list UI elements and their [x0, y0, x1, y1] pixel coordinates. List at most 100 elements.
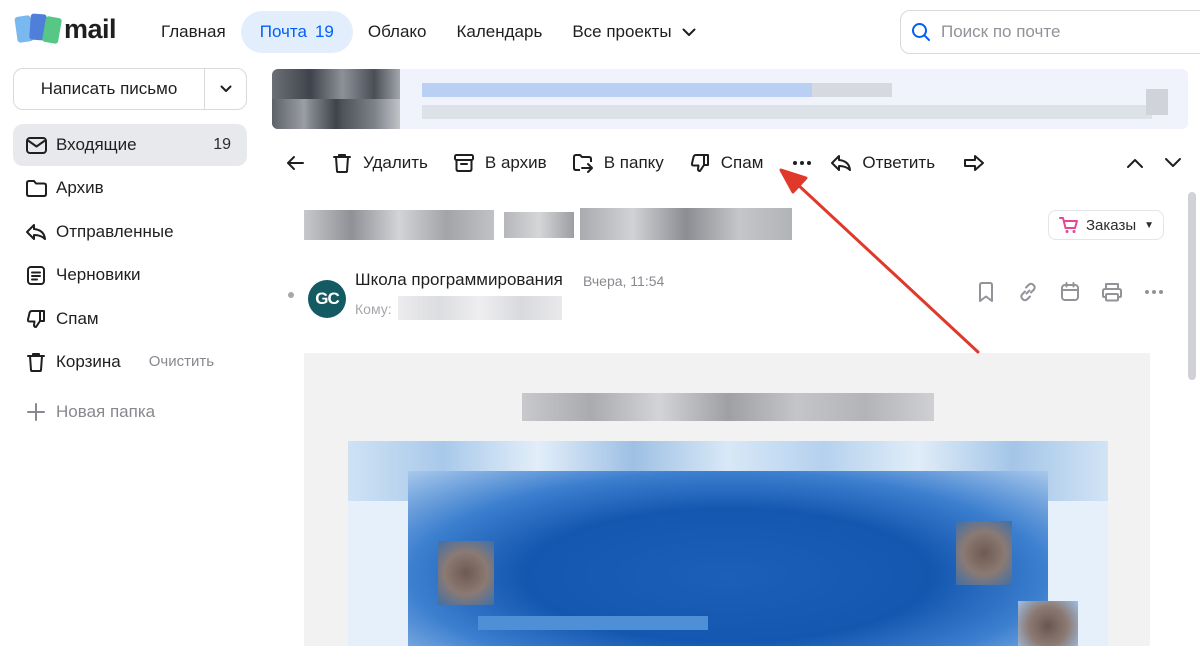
- plus-icon: [25, 401, 47, 423]
- forward-button[interactable]: [959, 142, 989, 184]
- blurred-subject: [304, 206, 794, 244]
- chevron-down-icon: [682, 28, 696, 37]
- move-to-folder-button[interactable]: В папку: [571, 142, 664, 184]
- recipient-label: Кому:: [355, 301, 392, 317]
- sidebar-item-label: Входящие: [56, 135, 137, 154]
- blurred-banner-image: [348, 441, 1108, 646]
- blurred-recipient: [398, 296, 562, 320]
- message-pane: Удалить В архив В папку Спам Ответить За…: [266, 64, 1200, 646]
- link-icon[interactable]: [1016, 280, 1040, 304]
- compose-button[interactable]: Написать письмо: [14, 79, 204, 99]
- reply-button[interactable]: Ответить: [829, 142, 935, 184]
- nav-mail-count: 19: [314, 22, 334, 41]
- mail-logo[interactable]: mail: [14, 10, 117, 45]
- nav-calendar-label: Календарь: [456, 22, 543, 41]
- nav-cloud[interactable]: Облако: [353, 11, 442, 53]
- sidebar-item-inbox[interactable]: Входящие 19: [13, 124, 247, 166]
- compose-group: Написать письмо: [13, 68, 247, 110]
- envelope-icon: [25, 134, 47, 156]
- sidebar-item-label: Корзина: [56, 351, 121, 371]
- sidebar-item-label: Спам: [56, 308, 99, 328]
- chevron-up-icon: [1127, 159, 1143, 168]
- empty-trash-link[interactable]: Очистить: [149, 353, 214, 370]
- nav-mail[interactable]: Почта 19: [240, 11, 353, 53]
- back-button[interactable]: [280, 142, 310, 184]
- sidebar-item-trash[interactable]: Корзина Очистить: [13, 341, 247, 383]
- search-icon: [911, 22, 931, 42]
- more-horizontal-icon: [793, 161, 812, 165]
- orders-label: Заказы: [1086, 216, 1137, 234]
- next-message-button[interactable]: [1164, 157, 1182, 169]
- archive-label: В архив: [484, 153, 547, 172]
- move-label: В папку: [603, 153, 664, 172]
- delete-label: Удалить: [363, 153, 428, 172]
- sidebar-item-sent[interactable]: Отправленные: [13, 211, 247, 253]
- arrow-left-icon: [286, 155, 304, 171]
- new-folder-button[interactable]: Новая папка: [13, 391, 247, 433]
- archive-box-icon: [452, 151, 476, 175]
- trash-icon: [330, 151, 354, 175]
- move-folder-icon: [571, 151, 595, 175]
- folder-icon: [25, 177, 47, 199]
- logo-text: mail: [64, 14, 117, 44]
- sidebar-item-drafts[interactable]: Черновики: [13, 254, 247, 296]
- archive-button[interactable]: В архив: [452, 142, 547, 184]
- message-body: [304, 353, 1150, 646]
- compose-options-button[interactable]: [204, 69, 246, 109]
- search-input[interactable]: [941, 22, 1191, 42]
- bookmark-icon[interactable]: [974, 280, 998, 304]
- sidebar-item-label: Архив: [56, 178, 104, 198]
- sender-avatar[interactable]: GC: [308, 280, 346, 318]
- nav-home-label: Главная: [161, 22, 226, 41]
- more-actions-button[interactable]: [787, 142, 817, 184]
- sidebar-item-archive[interactable]: Архив: [13, 167, 247, 209]
- mail-app: mail Главная Почта 19 Облако Календарь В…: [0, 0, 1200, 646]
- send-icon: [25, 221, 47, 243]
- nav-cloud-label: Облако: [367, 22, 427, 41]
- delete-button[interactable]: Удалить: [330, 142, 428, 184]
- previous-message-button[interactable]: [1126, 157, 1144, 169]
- unread-count: 19: [213, 136, 231, 153]
- blurred-message-preview[interactable]: [272, 69, 1188, 129]
- message-toolbar: Удалить В архив В папку Спам Ответить: [280, 142, 1190, 184]
- sidebar-item-label: Отправленные: [56, 221, 174, 241]
- nav-home[interactable]: Главная: [146, 11, 241, 53]
- thumbs-down-icon: [25, 308, 47, 330]
- top-header: mail Главная Почта 19 Облако Календарь В…: [0, 0, 1200, 64]
- nav-all-projects[interactable]: Все проекты: [557, 11, 710, 53]
- print-icon[interactable]: [1100, 280, 1124, 304]
- calendar-icon[interactable]: [1058, 280, 1082, 304]
- new-folder-label: Новая папка: [56, 401, 156, 421]
- nav-mail-label: Почта: [259, 22, 307, 41]
- reply-icon: [829, 151, 853, 175]
- sender-name[interactable]: Школа программирования: [355, 270, 563, 290]
- unread-indicator[interactable]: [288, 292, 294, 298]
- chevron-down-icon: [220, 85, 232, 93]
- reply-label: Ответить: [862, 153, 936, 172]
- logo-icon: [14, 10, 63, 45]
- message-navigation: [1126, 142, 1182, 184]
- search-box[interactable]: [900, 10, 1200, 54]
- orders-label-button[interactable]: Заказы ▼: [1048, 210, 1164, 240]
- sidebar-item-label: Черновики: [56, 265, 141, 285]
- spam-button[interactable]: Спам: [688, 142, 764, 184]
- shopping-cart-icon: [1059, 216, 1079, 234]
- caret-down-icon: ▼: [1144, 219, 1155, 231]
- message-actions: [974, 280, 1166, 304]
- more-horizontal-icon[interactable]: [1142, 280, 1166, 304]
- message-time: Вчера, 11:54: [583, 273, 665, 289]
- chevron-down-icon: [1165, 158, 1181, 167]
- thumbs-down-icon: [688, 151, 712, 175]
- avatar-initials: GC: [315, 289, 339, 308]
- nav-calendar[interactable]: Календарь: [442, 11, 558, 53]
- draft-icon: [25, 264, 47, 286]
- trash-icon: [25, 351, 47, 373]
- spam-label: Спам: [720, 153, 764, 172]
- message-header: GC Школа программирования Вчера, 11:54 К…: [286, 270, 1166, 326]
- folder-list: Входящие 19 Архив Отправленные Черновики…: [13, 124, 247, 433]
- forward-icon: [963, 154, 985, 172]
- sidebar: Написать письмо Входящие 19 Архив Отправ…: [0, 64, 266, 646]
- nav-all-projects-label: Все проекты: [572, 22, 672, 41]
- scrollbar[interactable]: [1188, 192, 1196, 380]
- sidebar-item-spam[interactable]: Спам: [13, 298, 247, 340]
